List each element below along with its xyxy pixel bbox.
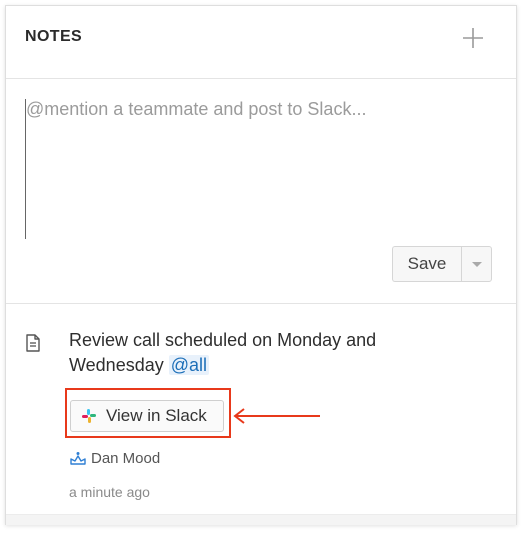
panel-footer <box>6 514 516 525</box>
note-item: Review call scheduled on Monday and Wedn… <box>6 304 516 514</box>
note-text: Review call scheduled on Monday and Wedn… <box>69 328 469 378</box>
note-composer: Save <box>6 79 516 304</box>
note-body: Review call scheduled on Monday and Wedn… <box>69 330 377 375</box>
note-timestamp: a minute ago <box>69 484 150 500</box>
view-in-slack-button[interactable]: View in Slack <box>70 400 224 432</box>
document-icon <box>26 334 40 352</box>
mention-tag[interactable]: @all <box>168 355 210 375</box>
save-options-button[interactable] <box>461 246 492 282</box>
note-author: Dan Mood <box>69 450 160 467</box>
note-input[interactable] <box>25 99 496 239</box>
panel-title: NOTES <box>25 28 83 45</box>
save-button[interactable]: Save <box>392 246 461 282</box>
plus-icon <box>463 28 483 48</box>
arrow-icon <box>233 408 320 424</box>
notes-panel: NOTES Save Review call scheduled on Mond… <box>5 5 517 525</box>
add-note-button[interactable] <box>462 27 484 49</box>
slack-icon <box>82 409 96 423</box>
caret-down-icon <box>471 261 482 267</box>
notes-header: NOTES <box>6 6 516 79</box>
save-button-group: Save <box>392 246 492 282</box>
crown-icon <box>70 451 86 465</box>
view-in-slack-label: View in Slack <box>106 406 207 425</box>
author-name[interactable]: Dan Mood <box>91 450 160 467</box>
